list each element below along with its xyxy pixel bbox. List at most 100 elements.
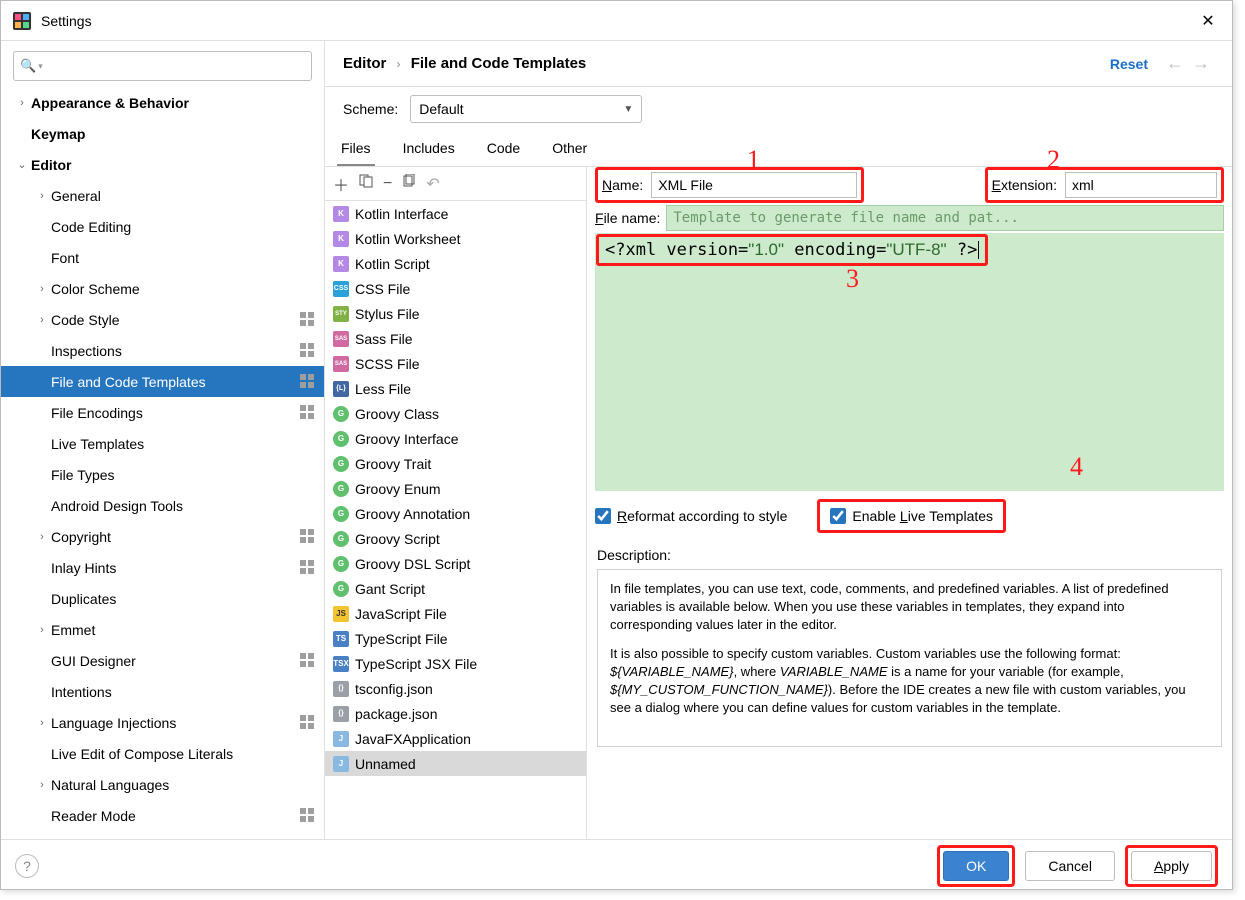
annotation-1: 1 — [747, 145, 760, 175]
nav-back-icon[interactable]: ← — [1166, 53, 1184, 74]
template-item[interactable]: GGroovy DSL Script — [325, 551, 586, 576]
template-item[interactable]: KKotlin Script — [325, 251, 586, 276]
tree-item-appearance-behavior[interactable]: ›Appearance & Behavior — [1, 87, 324, 118]
tree-item-label: Natural Languages — [51, 777, 169, 793]
tree-item-live-templates[interactable]: Live Templates — [1, 428, 324, 459]
file-name-label: File name: — [595, 210, 660, 226]
tree-item-reader-mode[interactable]: Reader Mode — [1, 800, 324, 831]
file-name-input[interactable]: Template to generate file name and pat..… — [666, 205, 1224, 231]
tree-item-copyright[interactable]: ›Copyright — [1, 521, 324, 552]
template-extension-input[interactable] — [1065, 172, 1217, 198]
template-item[interactable]: STYStylus File — [325, 301, 586, 326]
tab-code[interactable]: Code — [483, 132, 524, 166]
tab-files[interactable]: Files — [337, 132, 375, 166]
tree-item-duplicates[interactable]: Duplicates — [1, 583, 324, 614]
tree-item-label: Live Templates — [51, 436, 144, 452]
template-item[interactable]: SAS Sass File — [325, 326, 586, 351]
file-type-icon: G — [333, 531, 349, 547]
tab-other[interactable]: Other — [548, 132, 591, 166]
tree-item-keymap[interactable]: Keymap — [1, 118, 324, 149]
tree-item-code-editing[interactable]: Code Editing — [1, 211, 324, 242]
close-icon[interactable]: ✕ — [1196, 11, 1220, 31]
live-templates-checkbox[interactable]: Enable Live Templates — [830, 508, 993, 524]
search-input[interactable]: 🔍▾ — [13, 51, 312, 81]
scheme-select[interactable]: Default ▼ — [410, 95, 642, 123]
add-icon[interactable]: ＋ — [333, 172, 349, 196]
tree-item-live-edit-of-compose-literals[interactable]: Live Edit of Compose Literals — [1, 738, 324, 769]
template-item-label: Sass File — [355, 331, 413, 347]
template-item[interactable]: SASSCSS File — [325, 351, 586, 376]
tree-item-color-scheme[interactable]: ›Color Scheme — [1, 273, 324, 304]
description-p1: In file templates, you can use text, cod… — [610, 580, 1209, 635]
tree-item-editor[interactable]: ⌄Editor — [1, 149, 324, 180]
reformat-label: Reformat according to style — [617, 508, 787, 524]
file-type-icon: K — [333, 206, 349, 222]
apply-button[interactable]: Apply — [1131, 851, 1212, 881]
reset-link[interactable]: Reset — [1110, 56, 1148, 72]
template-item[interactable]: KKotlin Interface — [325, 201, 586, 226]
tree-item-label: File and Code Templates — [51, 374, 206, 390]
template-item[interactable]: {}tsconfig.json — [325, 676, 586, 701]
template-item[interactable]: TSXTypeScript JSX File — [325, 651, 586, 676]
file-type-icon: SAS — [333, 331, 349, 347]
tree-item-label: Reader Mode — [51, 808, 136, 824]
template-item[interactable]: TSTypeScript File — [325, 626, 586, 651]
tree-item-code-style[interactable]: ›Code Style — [1, 304, 324, 335]
tree-item-inspections[interactable]: Inspections — [1, 335, 324, 366]
remove-icon[interactable]: − — [383, 175, 392, 193]
tree-item-intentions[interactable]: Intentions — [1, 676, 324, 707]
tree-item-natural-languages[interactable]: ›Natural Languages — [1, 769, 324, 800]
template-list-panel: ＋ − ↶ KKotlin InterfaceKKotlin Worksheet… — [325, 167, 587, 839]
template-item[interactable]: GGroovy Annotation — [325, 501, 586, 526]
help-icon[interactable]: ? — [15, 854, 39, 878]
tree-item-gui-designer[interactable]: GUI Designer — [1, 645, 324, 676]
template-item[interactable]: {}package.json — [325, 701, 586, 726]
cancel-button[interactable]: Cancel — [1025, 851, 1115, 881]
template-list[interactable]: KKotlin InterfaceKKotlin WorksheetKKotli… — [325, 201, 586, 839]
tree-item-file-types[interactable]: File Types — [1, 459, 324, 490]
template-code-editor[interactable]: <?xml version="1.0" encoding="UTF-8" ?> … — [595, 233, 1224, 491]
settings-tree[interactable]: ›Appearance & BehaviorKeymap⌄Editor›Gene… — [1, 83, 324, 839]
ok-button[interactable]: OK — [943, 851, 1009, 881]
file-type-icon: TS — [333, 631, 349, 647]
reformat-check-input[interactable] — [595, 508, 611, 524]
template-item[interactable]: {L}Less File — [325, 376, 586, 401]
template-item[interactable]: JSJavaScript File — [325, 601, 586, 626]
tree-item-label: File Encodings — [51, 405, 143, 421]
tree-item-general[interactable]: ›General — [1, 180, 324, 211]
template-item[interactable]: GGant Script — [325, 576, 586, 601]
file-type-icon: JS — [333, 606, 349, 622]
dialog-footer: ? OK Cancel Apply — [1, 839, 1232, 891]
file-type-icon: G — [333, 481, 349, 497]
template-item-label: Groovy Interface — [355, 431, 459, 447]
undo-icon[interactable]: ↶ — [426, 174, 439, 194]
tree-item-file-encodings[interactable]: File Encodings — [1, 397, 324, 428]
tree-item-language-injections[interactable]: ›Language Injections — [1, 707, 324, 738]
tree-item-emmet[interactable]: ›Emmet — [1, 614, 324, 645]
reformat-checkbox[interactable]: Reformat according to style — [595, 508, 787, 524]
template-item[interactable]: GGroovy Enum — [325, 476, 586, 501]
template-item[interactable]: JUnnamed — [325, 751, 586, 776]
tree-item-font[interactable]: Font — [1, 242, 324, 273]
duplicate-icon[interactable] — [402, 174, 416, 193]
tab-includes[interactable]: Includes — [399, 132, 459, 166]
template-item[interactable]: JJavaFXApplication — [325, 726, 586, 751]
template-item[interactable]: GGroovy Script — [325, 526, 586, 551]
template-item[interactable]: GGroovy Interface — [325, 426, 586, 451]
tree-item-inlay-hints[interactable]: Inlay Hints — [1, 552, 324, 583]
template-item-label: CSS File — [355, 281, 410, 297]
file-type-icon: G — [333, 506, 349, 522]
template-name-input[interactable] — [651, 172, 857, 198]
file-type-icon: {} — [333, 681, 349, 697]
nav-forward-icon[interactable]: → — [1192, 53, 1210, 74]
tree-item-android-design-tools[interactable]: Android Design Tools — [1, 490, 324, 521]
template-item[interactable]: GGroovy Class — [325, 401, 586, 426]
live-check-input[interactable] — [830, 508, 846, 524]
breadcrumb-section[interactable]: Editor — [343, 55, 386, 72]
copy-template-icon[interactable] — [359, 174, 373, 193]
template-item[interactable]: GGroovy Trait — [325, 451, 586, 476]
tree-item-file-and-code-templates[interactable]: File and Code Templates — [1, 366, 324, 397]
file-type-icon: J — [333, 731, 349, 747]
template-item[interactable]: KKotlin Worksheet — [325, 226, 586, 251]
template-item[interactable]: CSSCSS File — [325, 276, 586, 301]
